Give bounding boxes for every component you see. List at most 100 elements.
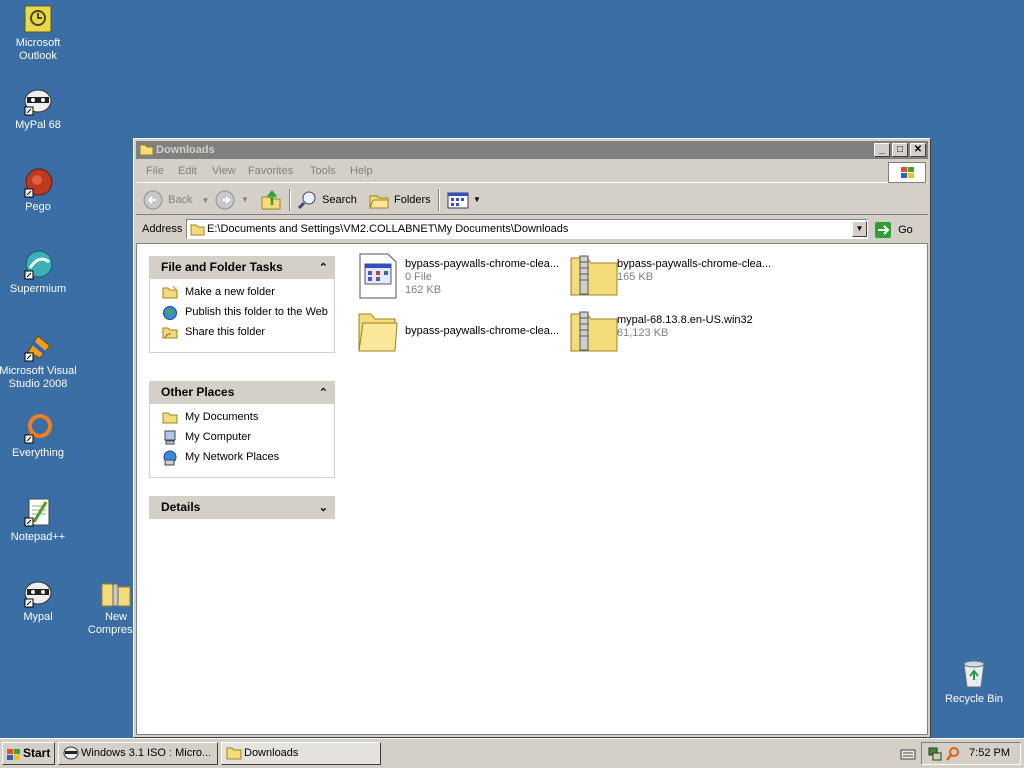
desktop-icon-outlook[interactable]: Microsoft Outlook: [0, 4, 78, 63]
magnifier-icon[interactable]: [945, 746, 961, 762]
desktop-icon-mypal-68[interactable]: MyPal 68: [0, 86, 78, 132]
folder-content: File and Folder Tasks ⌃ Make a new folde…: [136, 243, 928, 735]
menu-view[interactable]: View: [212, 165, 236, 177]
zip-folder-icon: [570, 311, 618, 352]
my-computer-icon: [164, 430, 176, 445]
forward-button[interactable]: ▼: [214, 189, 250, 211]
maximize-button[interactable]: □: [892, 143, 908, 157]
menu-bar: File Edit View Favorites Tools Help: [136, 161, 928, 183]
folder-icon: [226, 747, 242, 760]
mypal-icon: [63, 746, 79, 760]
file-folder-tasks-panel: File and Folder Tasks ⌃ Make a new folde…: [149, 256, 335, 353]
folder-icon: [190, 224, 205, 236]
taskbar-button-windows31[interactable]: Windows 3.1 ISO : Micro...: [58, 742, 218, 765]
menu-favorites[interactable]: Favorites: [248, 165, 293, 177]
search-button[interactable]: Search: [296, 189, 357, 211]
expand-chevron-icon[interactable]: ⌄: [319, 497, 328, 520]
windows-logo-icon: [888, 162, 926, 183]
desktop-icon-notepad-plus-plus[interactable]: Notepad++: [0, 496, 78, 544]
back-arrow-icon: [143, 190, 163, 210]
file-name: bypass-paywalls-chrome-clea...: [405, 325, 560, 337]
desktop-icon-supermium[interactable]: Supermium: [0, 250, 78, 296]
file-item[interactable]: mypal-68.13.8.en-US.win32 61,123 KB: [569, 308, 779, 358]
keyboard-icon[interactable]: [900, 747, 916, 761]
notepad-plus-plus-icon: [24, 498, 50, 527]
search-icon: [297, 191, 316, 210]
file-name: mypal-68.13.8.en-US.win32: [617, 314, 753, 326]
go-arrow-icon: [875, 222, 891, 239]
minimize-button[interactable]: _: [874, 143, 890, 157]
panel-header[interactable]: File and Folder Tasks ⌃: [149, 256, 335, 279]
collapse-chevron-icon[interactable]: ⌃: [319, 257, 328, 280]
address-input[interactable]: E:\Documents and Settings\VM2.COLLABNET\…: [186, 219, 868, 239]
forward-dropdown-icon[interactable]: ▼: [241, 189, 249, 211]
menu-file[interactable]: File: [146, 165, 164, 177]
back-button[interactable]: Back ▼: [142, 189, 209, 211]
address-dropdown-icon[interactable]: ▼: [852, 221, 867, 237]
mypal-icon: [24, 89, 52, 116]
file-item[interactable]: bypass-paywalls-chrome-clea... 0 File 16…: [357, 252, 567, 302]
taskbar-button-downloads[interactable]: Downloads: [221, 742, 381, 765]
file-type: 0 File: [405, 271, 432, 283]
place-my-computer[interactable]: My Computer: [162, 430, 334, 445]
details-panel: Details ⌄: [149, 496, 335, 519]
desktop: Microsoft Outlook MyPal 68 Pego Supermiu…: [0, 0, 1024, 738]
everything-icon: [24, 414, 52, 444]
views-dropdown-icon[interactable]: ▼: [473, 189, 481, 211]
explorer-window[interactable]: Downloads _ □ ✕ File Edit View Favorites…: [133, 138, 931, 738]
system-tray: 7:52 PM: [921, 742, 1021, 765]
panel-header[interactable]: Other Places ⌃: [149, 381, 335, 404]
globe-icon: [163, 306, 177, 320]
up-folder-button[interactable]: [260, 189, 284, 211]
file-name: bypass-paywalls-chrome-clea...: [405, 258, 560, 270]
panel-header[interactable]: Details ⌄: [149, 496, 335, 519]
my-documents-icon: [162, 412, 178, 424]
folder-icon: [139, 144, 154, 156]
panel-body: Make a new folder Publish this folder to…: [149, 279, 335, 353]
go-button[interactable]: Go: [874, 220, 913, 240]
taskbar: Start Windows 3.1 ISO : Micro... Downloa…: [0, 738, 1024, 768]
window-title: Downloads: [156, 144, 215, 156]
folders-button[interactable]: Folders: [368, 189, 431, 211]
mypal-icon: [24, 581, 52, 608]
menu-tools[interactable]: Tools: [310, 165, 336, 177]
desktop-icon-everything[interactable]: Everything: [0, 414, 78, 460]
windows-logo-icon: [7, 749, 20, 760]
task-publish-to-web[interactable]: Publish this folder to the Web: [162, 306, 334, 320]
desktop-icon-mypal[interactable]: Mypal: [0, 578, 78, 624]
back-dropdown-icon[interactable]: ▼: [202, 196, 210, 205]
place-my-documents[interactable]: My Documents: [162, 411, 334, 424]
start-button[interactable]: Start: [2, 742, 55, 765]
visual-studio-icon: [24, 335, 51, 362]
file-item[interactable]: bypass-paywalls-chrome-clea... 165 KB: [569, 252, 779, 302]
task-share-folder[interactable]: Share this folder: [162, 326, 334, 339]
collapse-chevron-icon[interactable]: ⌃: [319, 382, 328, 405]
new-folder-icon: [162, 285, 178, 299]
menu-edit[interactable]: Edit: [178, 165, 197, 177]
toolbar-separator: [289, 189, 291, 211]
recycle-bin-icon: [963, 660, 985, 688]
desktop-icon-recycle-bin[interactable]: Recycle Bin: [934, 658, 1014, 706]
address-bar: Address E:\Documents and Settings\VM2.CO…: [136, 217, 928, 241]
panel-body: My Documents My Computer My Network Plac…: [149, 404, 335, 478]
share-folder-icon: [162, 327, 178, 339]
file-icon: [359, 253, 397, 299]
folder-icon: [358, 313, 398, 352]
views-icon: [447, 192, 469, 209]
network-icon[interactable]: [927, 746, 943, 762]
file-size: 61,123 KB: [617, 327, 669, 339]
up-folder-icon: [261, 189, 281, 210]
title-bar[interactable]: Downloads _ □ ✕: [136, 141, 928, 159]
toolbar: Back ▼ ▼ Search Folders ▼: [136, 185, 928, 215]
task-make-new-folder[interactable]: Make a new folder: [162, 285, 334, 299]
place-my-network-places[interactable]: My Network Places: [162, 450, 334, 466]
menu-help[interactable]: Help: [350, 165, 373, 177]
close-button[interactable]: ✕: [910, 143, 926, 157]
views-button[interactable]: ▼: [446, 189, 482, 211]
other-places-panel: Other Places ⌃ My Documents My Computer …: [149, 381, 335, 478]
desktop-icon-visual-studio[interactable]: Microsoft Visual Studio 2008: [0, 332, 78, 391]
folders-icon: [369, 195, 389, 209]
desktop-icon-pego[interactable]: Pego: [0, 168, 78, 214]
file-size: 165 KB: [617, 271, 654, 283]
file-item[interactable]: bypass-paywalls-chrome-clea...: [357, 308, 567, 358]
